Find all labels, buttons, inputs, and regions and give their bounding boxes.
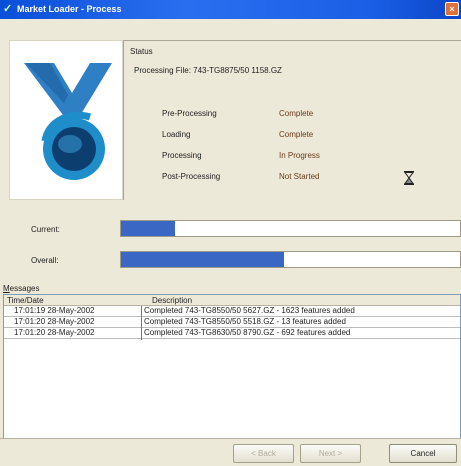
message-time: 17:01:20 28-May-2002 (14, 328, 95, 337)
current-progress-label: Current: (31, 225, 60, 234)
status-label: Status (130, 47, 153, 56)
message-row[interactable]: 17:01:19 28-May-2002 Completed 743-TG855… (4, 306, 460, 317)
messages-header: Time/Date Description (4, 295, 460, 306)
processing-file-text: Processing File: 743-TG8875/50 1158.GZ (134, 66, 282, 75)
overall-progress-bar (120, 251, 461, 268)
overall-progress-label: Overall: (31, 256, 59, 265)
hourglass-icon (404, 171, 414, 185)
close-icon[interactable]: × (449, 4, 454, 14)
message-description: Completed 743-TG8550/50 5518.GZ - 13 fea… (144, 317, 346, 326)
status-panel: Status Processing File: 743-TG8875/50 11… (123, 40, 461, 200)
globe-logo-icon (24, 63, 112, 180)
messages-list[interactable]: Time/Date Description 17:01:19 28-May-20… (3, 294, 461, 439)
column-header-description[interactable]: Description (152, 296, 192, 305)
message-time: 17:01:19 28-May-2002 (14, 306, 95, 315)
overall-progress-fill (121, 252, 284, 267)
stage-name-loading: Loading (162, 130, 191, 139)
back-button[interactable]: < Back (233, 444, 294, 463)
current-progress-fill (121, 221, 176, 236)
window-title: Market Loader - Process (17, 4, 122, 14)
current-progress-bar (120, 220, 461, 237)
message-row[interactable]: 17:01:20 28-May-2002 Completed 743-TG863… (4, 328, 460, 339)
stage-name-post-processing: Post-Processing (162, 172, 221, 181)
messages-label-accel: M (3, 284, 10, 293)
messages-label: Messages (3, 284, 39, 293)
stage-name-pre-processing: Pre-Processing (162, 109, 217, 118)
stage-state-loading: Complete (279, 130, 314, 139)
message-description: Completed 743-TG8630/50 8790.GZ - 692 fe… (144, 328, 351, 337)
app-icon: ✓ (3, 3, 13, 15)
column-divider (141, 306, 142, 340)
message-description: Completed 743-TG8550/50 5627.GZ - 1623 f… (144, 306, 355, 315)
stage-state-post-processing: Not Started (279, 172, 320, 181)
stage-state-pre-processing: Complete (279, 109, 314, 118)
column-header-time-date[interactable]: Time/Date (7, 296, 44, 305)
title-bar: ✓ Market Loader - Process × (0, 0, 461, 19)
logo-panel (9, 40, 123, 200)
cancel-button[interactable]: Cancel (389, 444, 457, 463)
bottom-separator (0, 438, 461, 439)
next-button[interactable]: Next > (300, 444, 361, 463)
message-row[interactable]: 17:01:20 28-May-2002 Completed 743-TG855… (4, 317, 460, 328)
messages-label-rest: essages (9, 284, 40, 293)
close-button[interactable]: × (445, 2, 459, 16)
stage-name-processing: Processing (162, 151, 202, 160)
message-time: 17:01:20 28-May-2002 (14, 317, 95, 326)
stage-state-processing: In Progress (279, 151, 320, 160)
